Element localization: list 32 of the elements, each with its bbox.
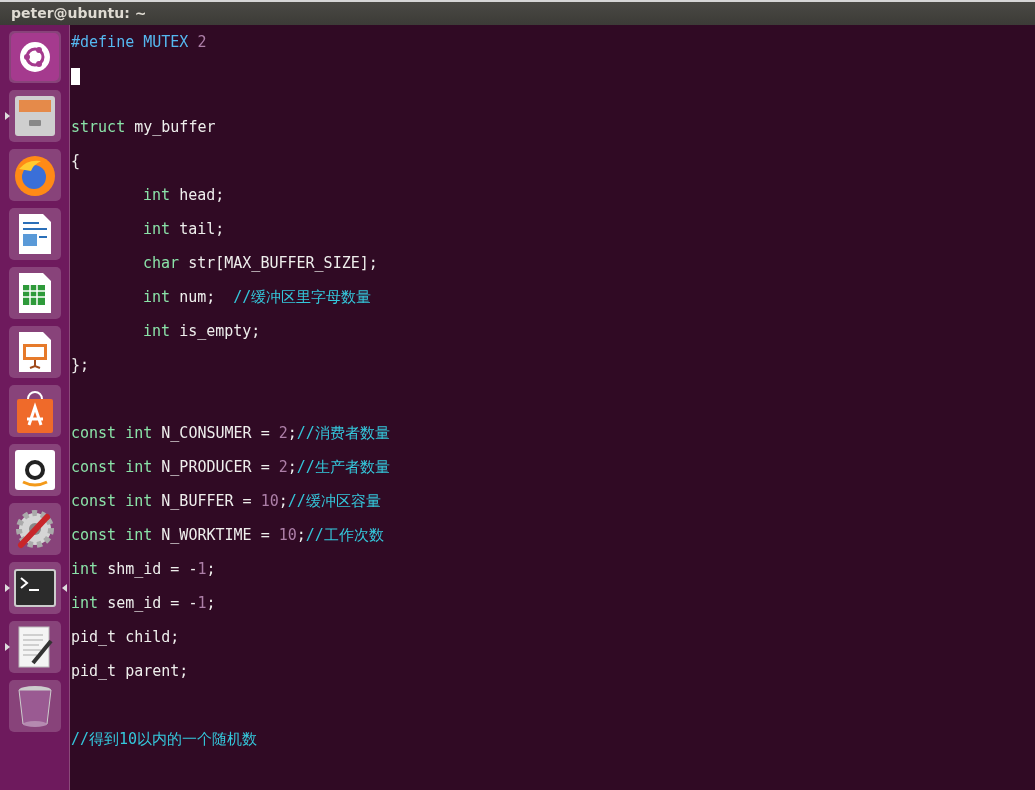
circle-logo-icon — [10, 33, 59, 81]
launcher-button[interactable] — [8, 562, 61, 614]
code-line: //得到10以内的一个随机数 — [71, 729, 259, 750]
launcher-button[interactable] — [8, 149, 61, 201]
launcher-button[interactable] — [8, 621, 61, 673]
launcher-button[interactable] — [8, 385, 61, 437]
code-line: int tail; — [142, 219, 226, 240]
launcher-button[interactable] — [8, 326, 61, 378]
launcher-button[interactable] — [8, 503, 61, 555]
code-line: const int N_PRODUCER = 2;//生产者数量 — [71, 457, 391, 478]
code-line: const int N_CONSUMER = 2;//消费者数量 — [71, 423, 391, 444]
launcher-button[interactable] — [8, 31, 61, 83]
launcher-button[interactable] — [8, 208, 61, 260]
code-line: { — [71, 151, 82, 172]
code-line: pid_t parent; — [71, 661, 190, 682]
code-line: int shm_id = -1; — [71, 559, 217, 580]
code-line: int is_empty; — [142, 321, 262, 342]
launcher-button[interactable] — [8, 90, 61, 142]
window-title: peter@ubuntu: ~ — [0, 0, 1035, 25]
code-line: int num; //缓冲区里字母数量 — [142, 287, 373, 308]
text-cursor — [71, 68, 80, 85]
code-line: struct my_buffer — [71, 117, 217, 138]
launcher-button[interactable] — [8, 680, 61, 732]
code-line: const int N_WORKTIME = 10;//工作次数 — [71, 525, 385, 546]
code-line: int sem_id = -1; — [71, 593, 217, 614]
code-line: const int N_BUFFER = 10;//缓冲区容量 — [71, 491, 382, 512]
code-line: #define MUTEX 2 — [71, 32, 208, 53]
code-line: }; — [71, 355, 91, 376]
launcher-button[interactable] — [8, 267, 61, 319]
code-line: pid_t child; — [71, 627, 181, 648]
code-line: int head; — [142, 185, 226, 206]
code-line: char str[MAX_BUFFER_SIZE]; — [142, 253, 379, 274]
